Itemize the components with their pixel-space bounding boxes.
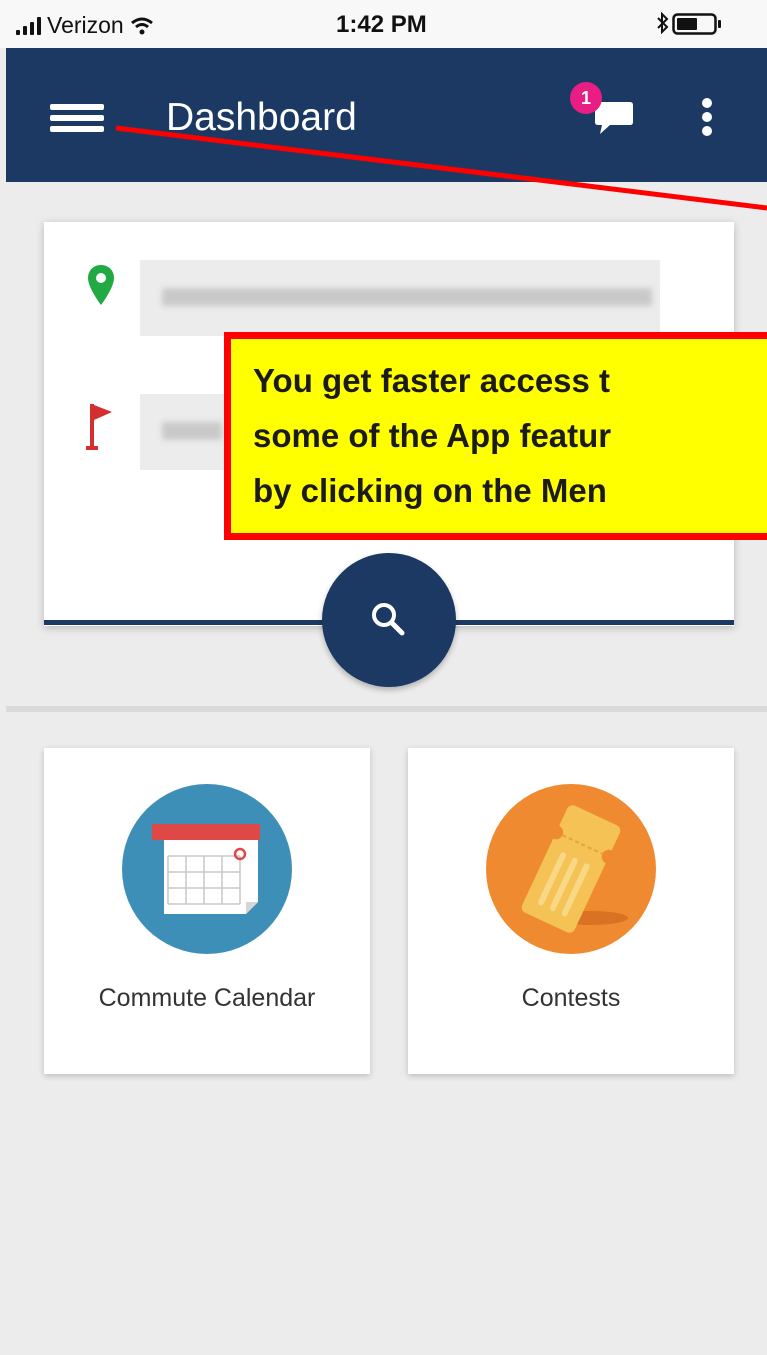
signal-icon [16, 16, 41, 35]
carrier-group: Verizon [16, 12, 154, 39]
notification-badge: 1 [570, 82, 602, 114]
annotation-line-3: by clicking on the Men [253, 472, 607, 509]
clock: 1:42 PM [336, 11, 427, 38]
carrier-name: Verizon [47, 12, 124, 38]
search-button[interactable] [322, 553, 456, 687]
calendar-icon [122, 784, 292, 954]
tile-label: Commute Calendar [98, 984, 316, 1012]
page-title: Dashboard [166, 96, 357, 139]
map-pin-icon [88, 265, 114, 305]
ticket-icon [486, 784, 656, 954]
flag-icon [86, 404, 112, 450]
annotation-line-2: some of the App featur [253, 417, 612, 454]
bluetooth-icon [657, 12, 669, 34]
status-bar: Verizon 1:42 PM [0, 0, 767, 48]
contests-tile[interactable]: Contests [408, 748, 734, 1074]
annotation-line-1: You get faster access t [253, 362, 611, 399]
annotation-callout: You get faster access t some of the App … [224, 332, 767, 540]
wifi-icon [130, 17, 153, 34]
app-header: Dashboard 1 [6, 48, 767, 182]
search-icon [372, 603, 405, 636]
menu-icon[interactable] [46, 98, 110, 138]
more-options-icon[interactable] [696, 94, 720, 140]
tile-label: Contests [521, 984, 621, 1012]
section-divider [6, 706, 767, 712]
battery-icon [672, 13, 721, 35]
commute-calendar-tile[interactable]: Commute Calendar [44, 748, 370, 1074]
messages-button[interactable]: 1 [570, 82, 633, 138]
origin-field[interactable] [140, 260, 660, 336]
